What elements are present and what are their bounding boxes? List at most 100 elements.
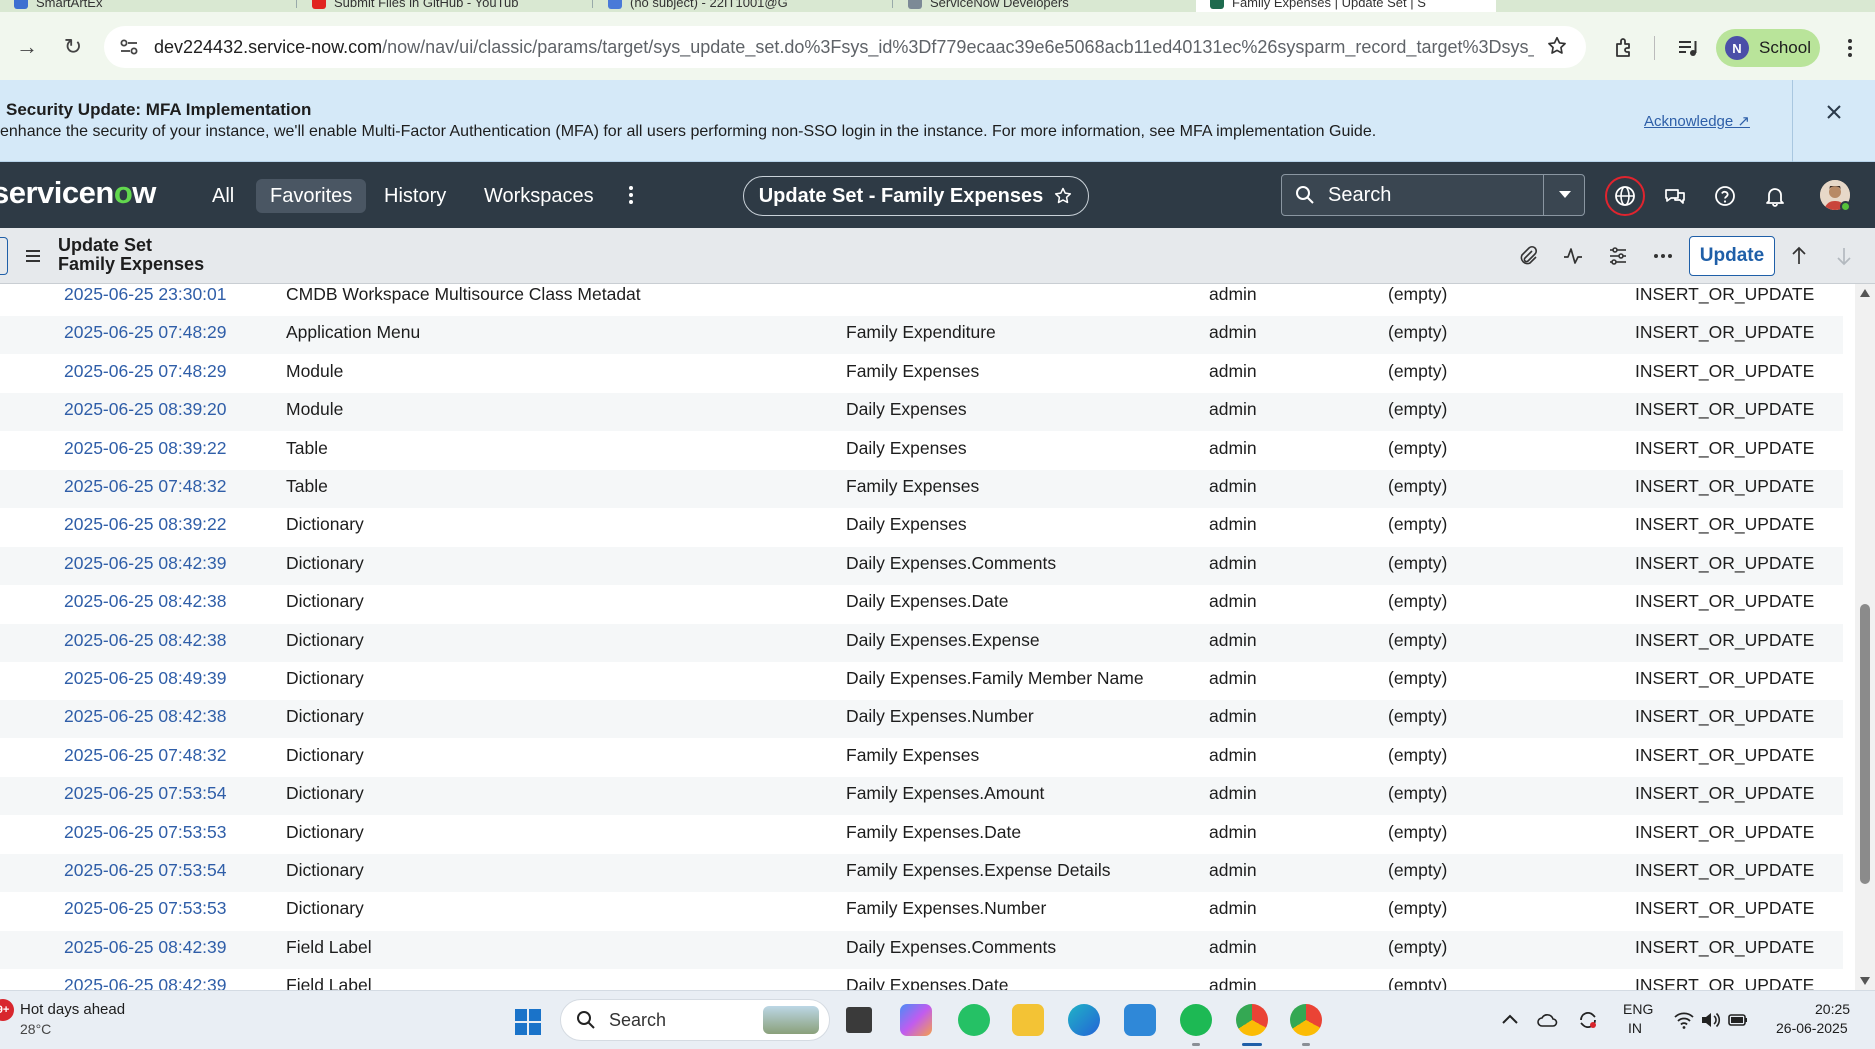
battery-icon[interactable]	[1726, 1008, 1750, 1032]
vertical-scrollbar[interactable]	[1855, 284, 1875, 990]
volume-icon[interactable]	[1698, 1008, 1722, 1032]
clock-time[interactable]: 20:25	[1815, 1001, 1850, 1017]
activity-stream-icon[interactable]	[1562, 245, 1584, 267]
browser-tab-active[interactable]: Family Expenses | Update Set | S	[1196, 0, 1496, 12]
search-scope-dropdown[interactable]	[1543, 174, 1585, 216]
weather-title[interactable]: Hot days ahead	[20, 1001, 125, 1018]
file-explorer-icon[interactable]	[1012, 1004, 1044, 1036]
table-row[interactable]: 2025-06-25 07:48:32 Dictionary Family Expe…	[0, 739, 1843, 777]
sync-icon[interactable]	[1576, 1008, 1600, 1032]
updated-date-link[interactable]: 2025-06-25 08:39:22	[64, 508, 227, 546]
table-row[interactable]: 2025-06-25 08:39:22 Dictionary Daily Expen…	[0, 508, 1843, 546]
help-icon[interactable]	[1712, 183, 1738, 209]
task-view-icon[interactable]	[846, 1007, 872, 1033]
browser-tab[interactable]: ServiceNow Developers	[908, 0, 1069, 12]
favorite-star-icon[interactable]	[1053, 186, 1073, 206]
notepad-icon[interactable]	[1124, 1004, 1156, 1036]
table-row[interactable]: 2025-06-25 08:42:38 Dictionary Daily Expen…	[0, 700, 1843, 739]
updated-date-link[interactable]: 2025-06-25 08:42:39	[64, 931, 227, 969]
table-row[interactable]: 2025-06-25 08:42:38 Dictionary Daily Expen…	[0, 585, 1843, 623]
edge-icon[interactable]	[1068, 1004, 1100, 1036]
nav-history[interactable]: History	[370, 179, 460, 213]
global-search-input[interactable]: Search	[1281, 174, 1585, 216]
chrome-profile-icon[interactable]	[1290, 1004, 1322, 1036]
chevron-up-icon[interactable]	[1498, 1008, 1522, 1032]
forward-icon[interactable]: →	[14, 34, 40, 60]
taskbar-search[interactable]: Search	[560, 999, 830, 1041]
browser-tab[interactable]: Submit Files in GitHub - YouTub	[312, 0, 519, 12]
spotify-icon[interactable]	[1180, 1004, 1212, 1036]
address-bar[interactable]: dev224432.service-now.com/now/nav/ui/cla…	[104, 26, 1586, 68]
scrollbar-thumb[interactable]	[1860, 604, 1870, 884]
update-button[interactable]: Update	[1689, 236, 1775, 276]
site-settings-icon[interactable]	[118, 36, 140, 58]
table-row[interactable]: 2025-06-25 08:49:39 Dictionary Daily Expen…	[0, 662, 1843, 700]
globe-icon[interactable]	[1612, 183, 1638, 209]
chat-icon[interactable]	[1662, 183, 1688, 209]
acknowledge-link[interactable]: Acknowledge ↗	[1644, 112, 1750, 130]
extensions-icon[interactable]	[1612, 36, 1636, 60]
updated-date-link[interactable]: 2025-06-25 08:42:39	[64, 969, 227, 990]
updated-date-link[interactable]: 2025-06-25 08:39:20	[64, 393, 227, 431]
scroll-up-arrow-icon[interactable]	[1859, 288, 1871, 298]
copilot-icon[interactable]	[900, 1004, 932, 1036]
more-menu-icon[interactable]	[622, 182, 640, 208]
servicenow-logo[interactable]: servicenow	[0, 175, 156, 211]
context-menu-icon[interactable]	[24, 247, 42, 265]
onedrive-cloud-icon[interactable]	[1536, 1008, 1560, 1032]
browser-menu-icon[interactable]	[1838, 36, 1862, 60]
table-row[interactable]: 2025-06-25 08:39:22 Table Daily Expenses ad…	[0, 432, 1843, 470]
table-row[interactable]: 2025-06-25 08:42:39 Field Label Daily Expe…	[0, 930, 1843, 969]
nav-favorites[interactable]: Favorites	[256, 179, 367, 213]
table-row[interactable]: 2025-06-25 07:53:53 Dictionary Family Expe…	[0, 892, 1843, 930]
personalize-form-icon[interactable]	[1607, 245, 1629, 267]
table-row[interactable]: 2025-06-25 08:42:38 Dictionary Daily Expen…	[0, 623, 1843, 662]
updated-date-link[interactable]: 2025-06-25 07:53:54	[64, 777, 227, 815]
updated-date-link[interactable]: 2025-06-25 08:42:38	[64, 585, 227, 623]
table-row[interactable]: 2025-06-25 23:30:01 CMDB Workspace Multis…	[0, 284, 1843, 316]
updated-date-link[interactable]: 2025-06-25 07:53:53	[64, 816, 227, 854]
table-row[interactable]: 2025-06-25 07:53:53 Dictionary Family Expe…	[0, 816, 1843, 854]
language-indicator[interactable]: ENG	[1623, 1001, 1653, 1017]
table-row[interactable]: 2025-06-25 07:53:54 Dictionary Family Expe…	[0, 777, 1843, 816]
updated-date-link[interactable]: 2025-06-25 07:53:54	[64, 854, 227, 892]
previous-record-arrow-icon[interactable]	[1788, 245, 1810, 267]
windows-start-icon[interactable]	[514, 1008, 542, 1036]
updated-date-link[interactable]: 2025-06-25 07:48:29	[64, 355, 227, 393]
more-options-icon[interactable]	[1652, 245, 1674, 267]
table-row[interactable]: 2025-06-25 08:39:20 Module Daily Expenses a…	[0, 393, 1843, 432]
updated-date-link[interactable]: 2025-06-25 23:30:01	[64, 284, 227, 316]
reload-icon[interactable]: ↻	[60, 34, 86, 60]
attachment-icon[interactable]	[1517, 245, 1539, 267]
updated-date-link[interactable]: 2025-06-25 08:42:38	[64, 700, 227, 738]
profile-chip[interactable]: N School	[1716, 29, 1820, 67]
chrome-icon[interactable]	[1236, 1004, 1268, 1036]
updated-date-link[interactable]: 2025-06-25 07:48:29	[64, 316, 227, 354]
table-row[interactable]: 2025-06-25 08:42:39 Field Label Daily Expe…	[0, 969, 1843, 990]
updated-date-link[interactable]: 2025-06-25 07:48:32	[64, 470, 227, 508]
updated-date-link[interactable]: 2025-06-25 07:48:32	[64, 739, 227, 777]
table-row[interactable]: 2025-06-25 07:48:29 Module Family Expenses…	[0, 355, 1843, 393]
wifi-icon[interactable]	[1672, 1008, 1696, 1032]
updated-date-link[interactable]: 2025-06-25 08:42:38	[64, 624, 227, 662]
updated-date-link[interactable]: 2025-06-25 07:53:53	[64, 892, 227, 930]
notifications-bell-icon[interactable]	[1762, 183, 1788, 209]
media-control-icon[interactable]	[1676, 36, 1700, 60]
context-title-pill[interactable]: Update Set - Family Expenses	[743, 176, 1089, 216]
updated-date-link[interactable]: 2025-06-25 08:42:39	[64, 547, 227, 585]
nav-all[interactable]: All	[198, 179, 248, 213]
browser-tab[interactable]: SmartArtEx	[14, 0, 102, 12]
browser-tab[interactable]: (no subject) - 22IT1001@G	[608, 0, 788, 12]
bookmark-star-icon[interactable]	[1546, 35, 1568, 57]
close-icon[interactable]	[1822, 100, 1846, 124]
table-row[interactable]: 2025-06-25 07:48:32 Table Family Expenses a…	[0, 470, 1843, 508]
table-row[interactable]: 2025-06-25 07:48:29 Application Menu Famil…	[0, 316, 1843, 355]
back-button[interactable]	[0, 237, 8, 275]
whatsapp-icon[interactable]	[958, 1004, 990, 1036]
nav-workspaces[interactable]: Workspaces	[470, 179, 608, 213]
table-row[interactable]: 2025-06-25 08:42:39 Dictionary Daily Expen…	[0, 546, 1843, 585]
next-record-arrow-icon[interactable]	[1833, 245, 1855, 267]
scroll-down-arrow-icon[interactable]	[1859, 976, 1871, 986]
table-row[interactable]: 2025-06-25 07:53:54 Dictionary Family Expe…	[0, 854, 1843, 892]
updated-date-link[interactable]: 2025-06-25 08:39:22	[64, 432, 227, 470]
